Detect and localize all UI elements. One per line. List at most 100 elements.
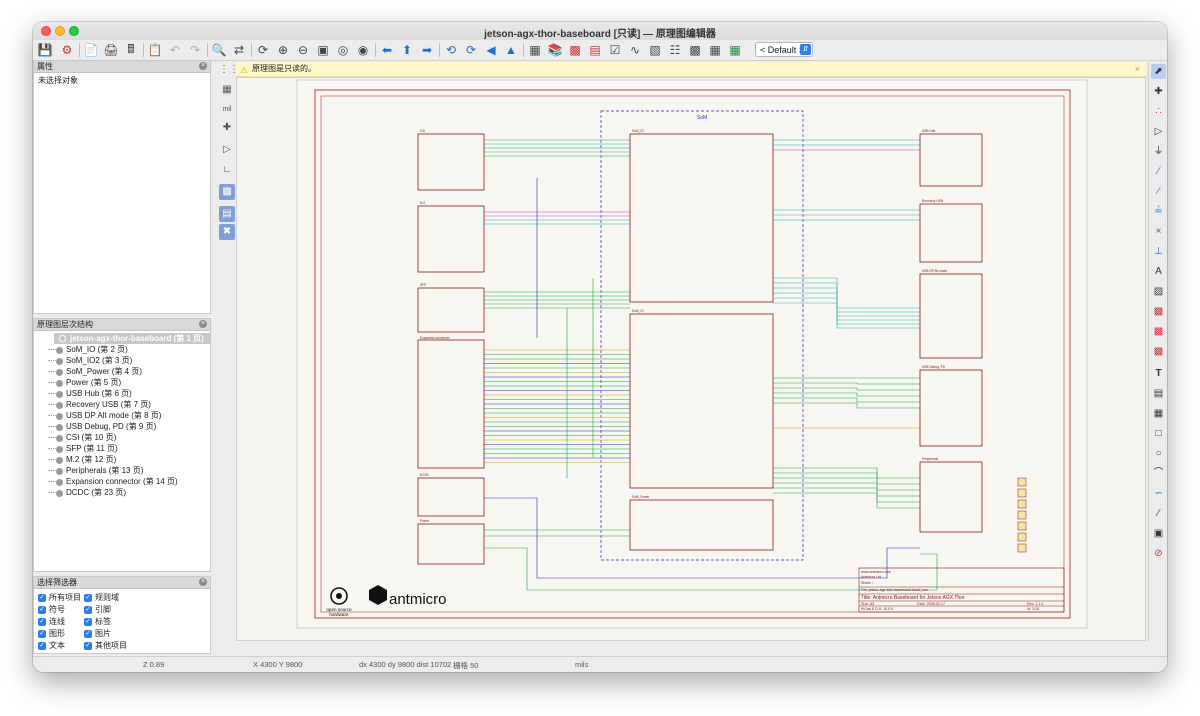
no-connect-icon[interactable]: × [1151,224,1166,239]
print-icon[interactable]: 🖨 [103,42,119,58]
hierarchy-navigator-icon[interactable]: ▤ [219,206,235,222]
units-mils-icon[interactable]: mil [219,102,235,118]
draw-wire-icon[interactable]: ∕ [1151,164,1166,179]
textbox-icon[interactable]: ▤ [1151,386,1166,401]
redo-icon[interactable]: ↷ [187,42,203,58]
sheet-pin-icon[interactable]: ▩ [1151,344,1166,359]
bom-icon[interactable]: ☷ [667,42,683,58]
find-icon[interactable]: 🔍 [211,42,227,58]
paste-icon[interactable]: 📋 [147,42,163,58]
zoom-out-icon[interactable]: ⊖ [295,42,311,58]
bus-definitions-icon[interactable]: ▩ [687,42,703,58]
close-icon[interactable]: × [199,62,207,70]
find-replace-icon[interactable]: ⇄ [231,42,247,58]
hierarchy-item[interactable]: USB Hub (第 6 页) [34,388,210,399]
draw-bus-icon[interactable]: ∕ [1151,184,1166,199]
line-mode-icon[interactable]: ∟ [219,162,235,178]
refresh-icon[interactable]: ⟳ [255,42,271,58]
navigate-forward-icon[interactable]: ➡ [419,42,435,58]
zoom-fit-icon[interactable]: ▣ [315,42,331,58]
hierarchy-item[interactable]: M.2 (第 12 页) [34,454,210,465]
ground-icon[interactable]: ⏚ [1151,144,1166,159]
hidden-pins-icon[interactable]: ▷ [219,142,235,158]
rotate-ccw-icon[interactable]: ⟲ [443,42,459,58]
hierarchical-label-icon[interactable]: ▩ [1151,324,1166,339]
hierarchy-item[interactable]: Peripherals (第 13 页) [34,465,210,476]
close-icon[interactable]: × [199,320,207,328]
filter-checkbox[interactable]: ✓ 图片 [84,628,164,639]
hierarchy-item[interactable]: CSI (第 10 页) [34,432,210,443]
simulator-icon[interactable]: ∿ [627,42,643,58]
symbol-editor-icon[interactable]: ▦ [527,42,543,58]
hierarchy-item[interactable]: SoM_IO2 (第 3 页) [34,355,210,366]
properties-toggle-icon[interactable]: ✖ [219,224,235,240]
filter-checkbox[interactable]: ✓ 符号 [38,604,84,615]
arc-icon[interactable]: ⌒ [1151,466,1166,481]
hierarchy-item[interactable]: USB DP Alt mode (第 8 页) [34,410,210,421]
erc-icon[interactable]: ☑ [607,42,623,58]
grid-overrides-icon[interactable]: ▦ [219,82,235,98]
plot-icon[interactable]: 🖩 [123,42,139,58]
hierarchy-item[interactable]: SFP (第 11 页) [34,443,210,454]
filter-checkbox[interactable]: ✓ 所有项目 [38,592,84,603]
titleblock-sheet: Sheet: / [861,581,873,585]
filter-checkbox[interactable]: ✓ 标签 [84,616,164,627]
filter-checkbox[interactable]: ✓ 其他项目 [84,640,164,651]
hierarchy-root-item[interactable]: jetson-agx-thor-baseboard (第 1 页) [54,333,210,344]
hierarchy-item[interactable]: Power (第 5 页) [34,377,210,388]
filter-checkbox[interactable]: ✓ 文本 [38,640,84,651]
mirror-vertical-icon[interactable]: ▲ [503,42,519,58]
annotate-icon[interactable]: ▤ [587,42,603,58]
rotate-cw-icon[interactable]: ⟳ [463,42,479,58]
symbol-library-icon[interactable]: 📚 [547,42,563,58]
highlight-net-icon[interactable]: ✚ [1151,84,1166,99]
close-icon[interactable]: × [199,578,207,586]
junction-icon[interactable]: ⊥ [1151,244,1166,259]
net-label-icon[interactable]: A [1151,264,1166,279]
navigate-up-icon[interactable]: ⬆ [399,42,415,58]
bezier-icon[interactable]: ∽ [1151,486,1166,501]
line-icon[interactable]: ∕ [1151,506,1166,521]
grid-icon[interactable]: ⋮⋮ [219,62,239,78]
place-symbol-icon[interactable]: ∴ [1151,104,1166,119]
hierarchy-item[interactable]: Expansion connector (第 14 页) [34,476,210,487]
text-icon[interactable]: T [1151,366,1166,381]
zoom-selection-icon[interactable]: ◉ [355,42,371,58]
circle-icon[interactable]: ○ [1151,446,1166,461]
filter-checkbox[interactable]: ✓ 引脚 [84,604,164,615]
image-icon[interactable]: ▣ [1151,526,1166,541]
global-label-icon[interactable]: ▩ [1151,304,1166,319]
save-icon[interactable]: 💾 [37,42,53,58]
mirror-horizontal-icon[interactable]: ◀ [483,42,499,58]
hierarchy-item[interactable]: DCDC (第 23 页) [34,487,210,498]
hierarchy-item[interactable]: SoM_IO (第 2 页) [34,344,210,355]
place-power-icon[interactable]: ▷ [1151,124,1166,139]
footprint-viewer-icon[interactable]: ▩ [567,42,583,58]
hierarchy-item[interactable]: USB Debug, PD (第 9 页) [34,421,210,432]
undo-icon[interactable]: ↶ [167,42,183,58]
hierarchy-item[interactable]: SoM_Power (第 4 页) [34,366,210,377]
zoom-in-icon[interactable]: ⊕ [275,42,291,58]
display-options-select[interactable]: < Default > ⇵ [755,42,813,57]
zoom-objects-icon[interactable]: ◎ [335,42,351,58]
select-arrow-icon[interactable]: ⬈ [1151,64,1166,79]
hierarchy-item[interactable]: Recovery USB (第 7 页) [34,399,210,410]
table-icon[interactable]: ▦ [707,42,723,58]
pcb-editor-icon[interactable]: ▦ [727,42,743,58]
table-icon[interactable]: ▦ [1151,406,1166,421]
bus-entry-icon[interactable]: ≟ [1151,204,1166,219]
filter-checkbox[interactable]: ✓ 图形 [38,628,84,639]
close-icon[interactable]: × [1135,62,1140,76]
annotations-icon[interactable]: ▩ [219,184,235,200]
navigate-back-icon[interactable]: ⬅ [379,42,395,58]
rectangle-icon[interactable]: □ [1151,426,1166,441]
netclass-icon[interactable]: ▧ [1151,284,1166,299]
assign-footprints-icon[interactable]: ▧ [647,42,663,58]
filter-checkbox[interactable]: ✓ 连线 [38,616,84,627]
delete-icon[interactable]: ⊘ [1151,546,1166,561]
filter-checkbox[interactable]: ✓ 规则域 [84,592,164,603]
page-settings-icon[interactable]: 📄 [83,42,99,58]
schematic-canvas[interactable]: SoM CSI M.2 SFP Expansion connector DCDC… [236,77,1146,641]
cursor-style-icon[interactable]: ✚ [219,120,235,136]
schematic-setup-icon[interactable]: ⚙ [59,42,75,58]
